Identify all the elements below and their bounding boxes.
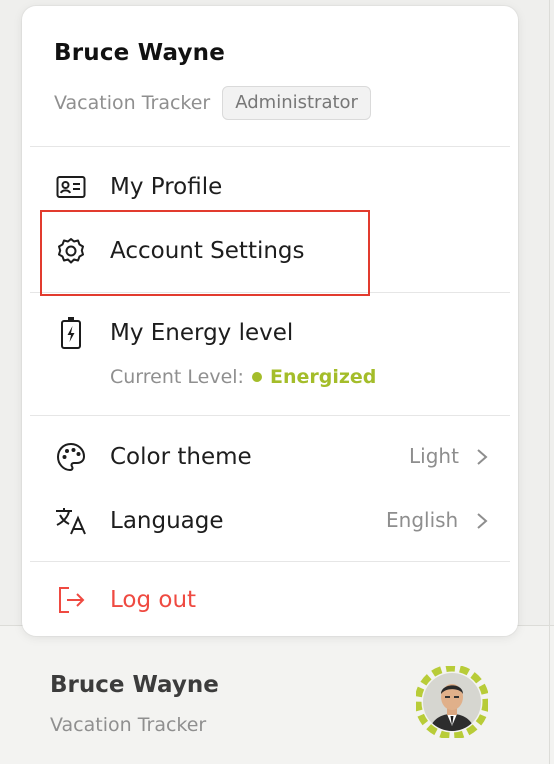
chevron-right-icon (477, 513, 488, 529)
palette-icon (54, 440, 88, 474)
menu-user-name: Bruce Wayne (54, 40, 226, 66)
menu-item-language[interactable]: Language English (54, 501, 494, 541)
menu-item-label: My Energy level (110, 320, 294, 346)
account-settings-highlight (40, 210, 370, 296)
logout-button[interactable]: Log out (54, 580, 196, 620)
status-dot (251, 372, 262, 382)
menu-divider (30, 146, 510, 147)
menu-item-label: Log out (110, 587, 197, 613)
translate-icon (54, 504, 88, 538)
menu-item-energy-level[interactable]: My Energy level (54, 313, 293, 353)
role-badge: Administrator (222, 86, 371, 120)
user-menu-dropdown: Bruce Wayne Vacation Tracker Administrat… (22, 6, 518, 636)
logout-icon (54, 583, 88, 617)
energy-current-level: Current Level: Energized (110, 366, 376, 388)
energy-current-value: Energized (269, 366, 377, 388)
menu-item-label: Language (110, 508, 224, 534)
menu-divider (30, 561, 510, 562)
menu-org-row: Vacation Tracker Administrator (54, 86, 371, 120)
language-value: English (386, 508, 459, 532)
battery-charging-icon (54, 316, 88, 350)
menu-divider (30, 415, 510, 416)
chevron-right-icon (477, 449, 488, 465)
menu-organization: Vacation Tracker (54, 92, 211, 114)
avatar[interactable] (414, 664, 490, 740)
color-theme-value: Light (409, 444, 459, 468)
energy-current-prefix: Current Level: (110, 366, 244, 388)
id-card-icon (54, 170, 88, 204)
menu-item-label: Color theme (110, 444, 252, 470)
menu-item-color-theme[interactable]: Color theme Light (54, 437, 494, 477)
footer-user-name: Bruce Wayne (50, 672, 219, 698)
menu-item-label: My Profile (110, 174, 223, 200)
panel-border (549, 0, 550, 764)
menu-item-my-profile[interactable]: My Profile (54, 167, 222, 207)
footer-organization: Vacation Tracker (50, 714, 207, 736)
